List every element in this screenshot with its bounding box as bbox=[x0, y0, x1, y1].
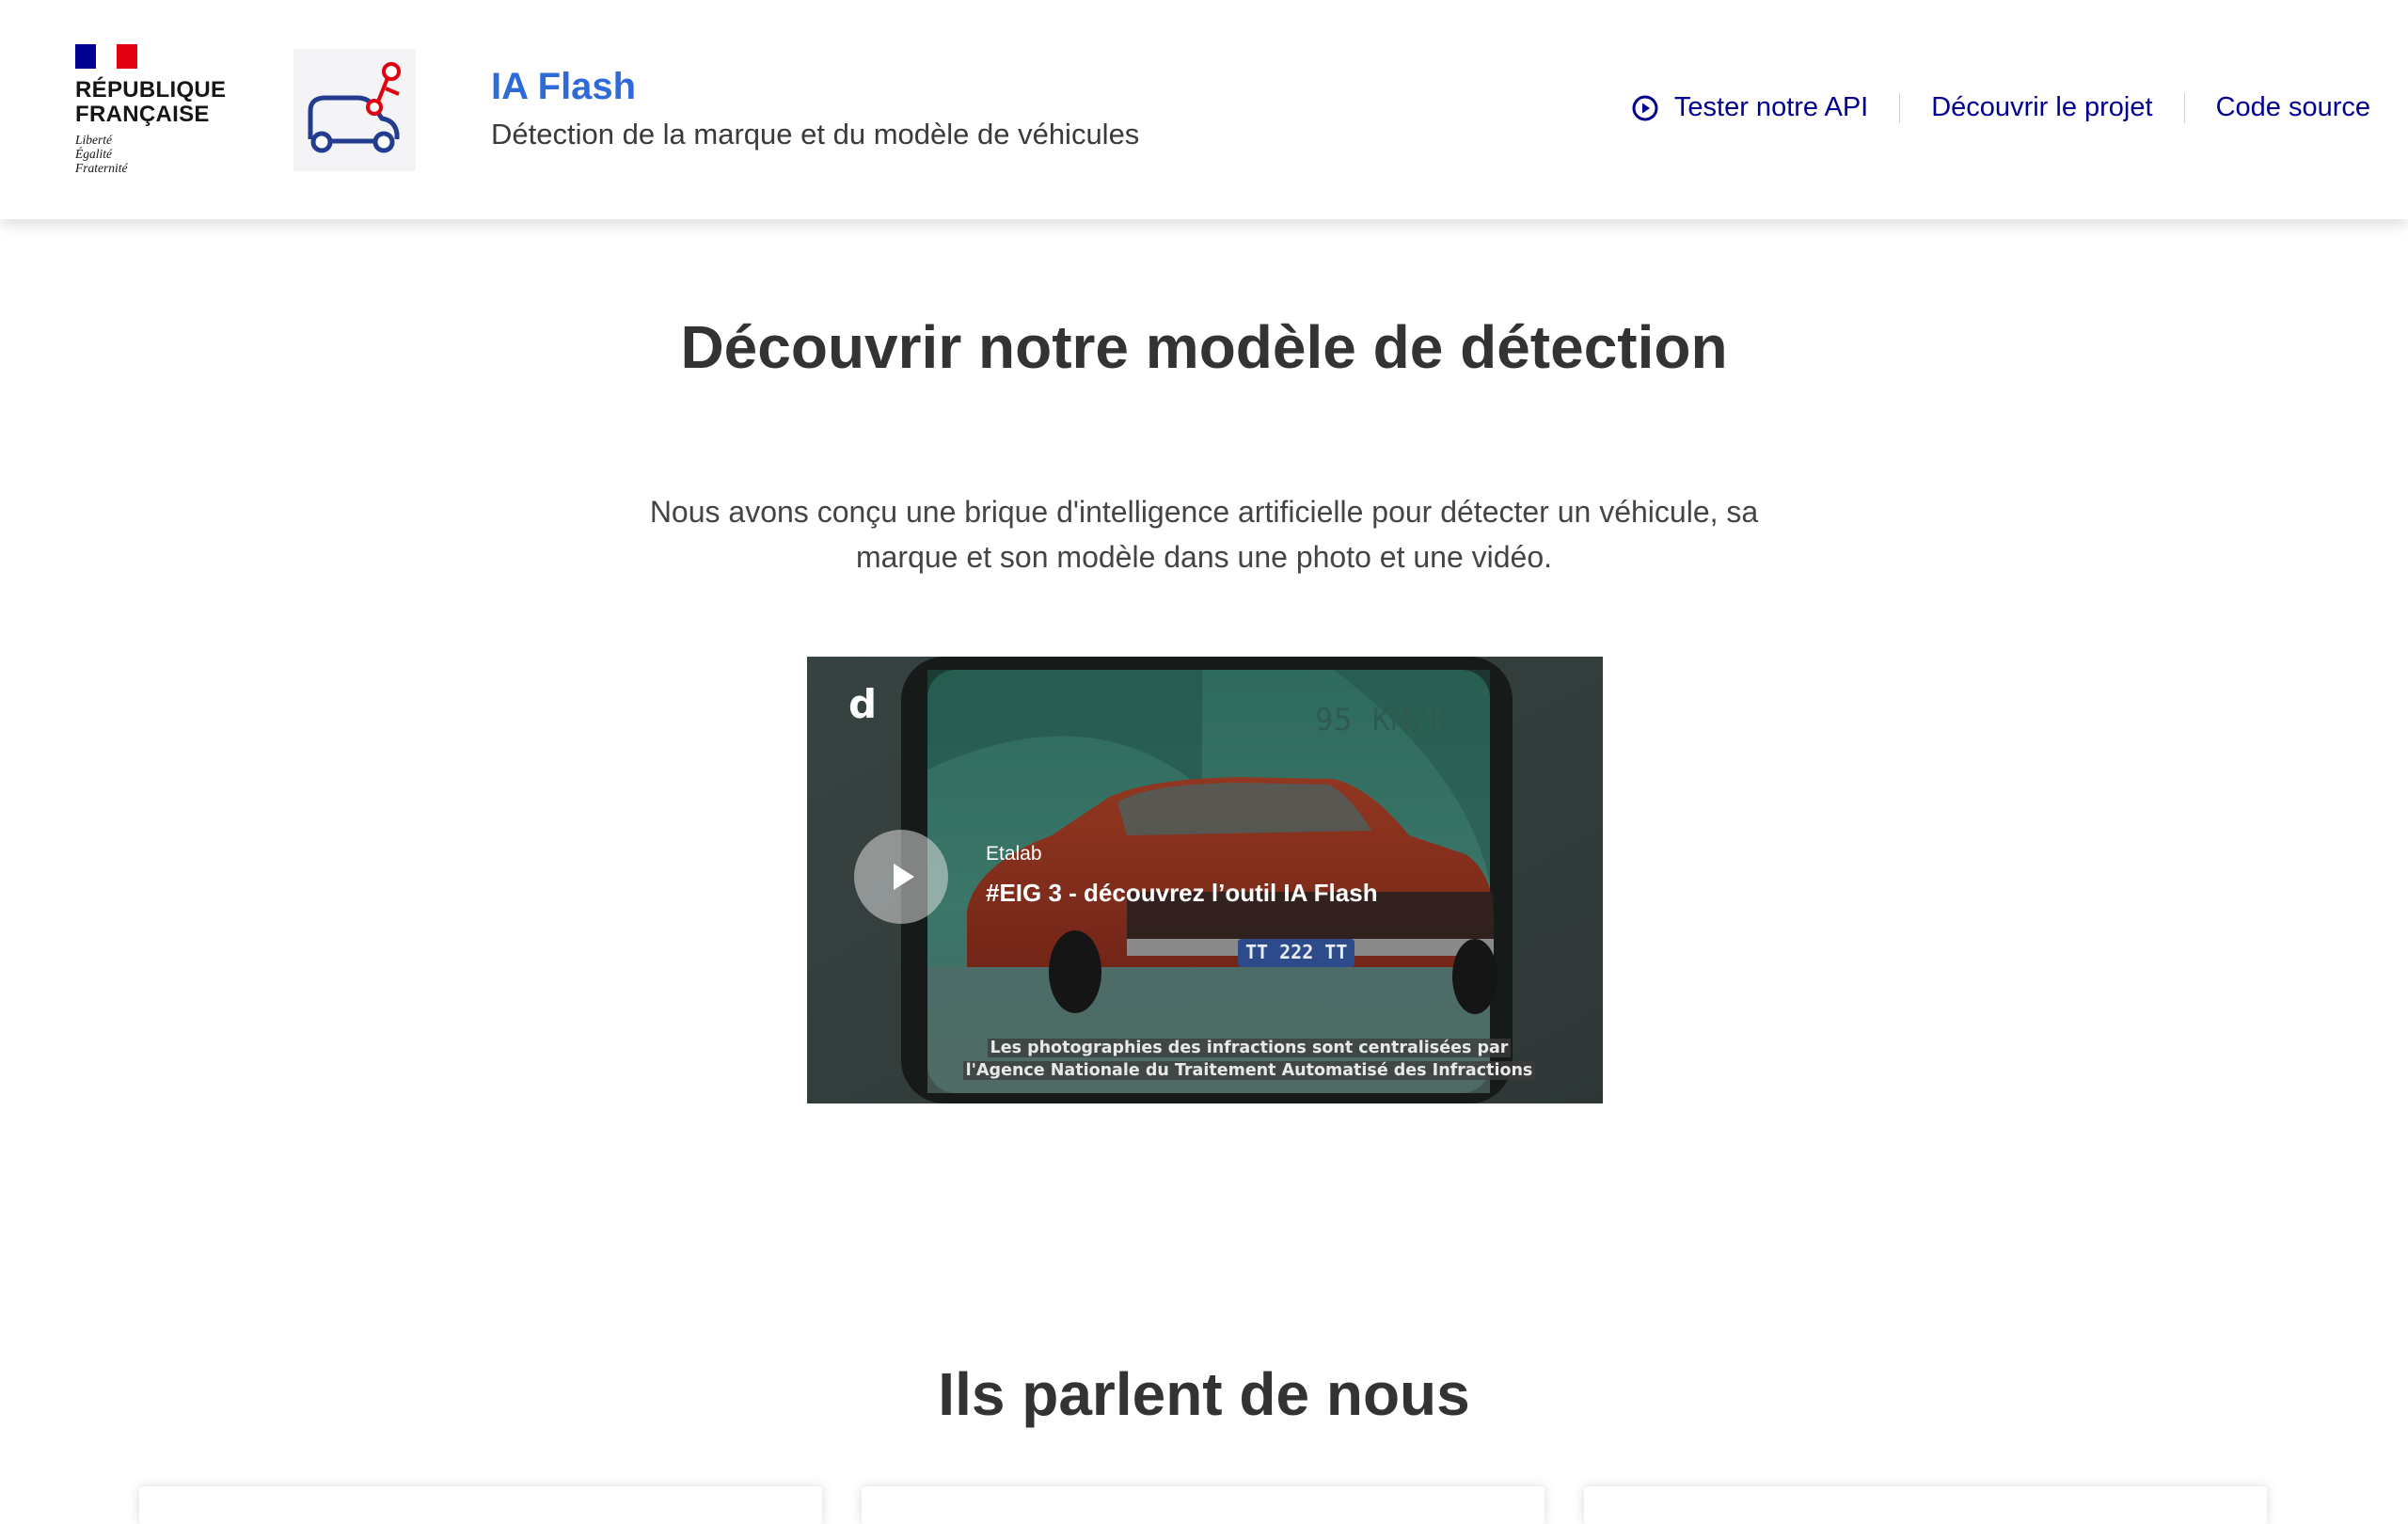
caption-line: Les photographies des infractions sont c… bbox=[987, 1039, 1512, 1057]
nav-link-decouvrir-projet[interactable]: Découvrir le projet bbox=[1900, 92, 2183, 123]
video-caption-overlay: Les photographies des infractions sont c… bbox=[939, 1037, 1560, 1082]
press-card[interactable] bbox=[1584, 1486, 2267, 1524]
caption-line: l'Agence Nationale du Traitement Automat… bbox=[962, 1061, 1536, 1080]
speed-overlay-text: 95 KM/H bbox=[1315, 702, 1449, 738]
video-channel-name[interactable]: Etalab bbox=[986, 843, 1042, 865]
nav-label: Tester notre API bbox=[1673, 92, 1869, 122]
nav-link-tester-api[interactable]: Tester notre API bbox=[1600, 92, 1899, 123]
hero-description: Nous avons conçu une brique d'intelligen… bbox=[649, 495, 1759, 574]
video-title[interactable]: #EIG 3 - découvrez l’outil IA Flash bbox=[986, 879, 1378, 908]
press-card[interactable] bbox=[862, 1486, 1545, 1524]
play-circle-icon bbox=[1632, 95, 1658, 120]
nav-label: Code source bbox=[2215, 92, 2370, 122]
devise: Liberté Égalité Fraternité bbox=[75, 133, 128, 175]
ia-flash-car-logo-icon[interactable] bbox=[293, 49, 416, 171]
header-nav: Tester notre API Découvrir le projet Cod… bbox=[1600, 92, 2370, 123]
video-player[interactable]: 95 KM/H TT 222 TT d Etalab #EIG 3 - déco… bbox=[807, 657, 1603, 1103]
press-card[interactable] bbox=[139, 1486, 822, 1524]
nav-link-code-source[interactable]: Code source bbox=[2185, 92, 2370, 123]
license-plate-text: TT 222 TT bbox=[1245, 941, 1348, 963]
hero-title: Découvrir notre modèle de détection bbox=[680, 313, 1728, 381]
play-button[interactable] bbox=[854, 830, 948, 924]
marianne-flag-icon bbox=[75, 44, 137, 69]
republique-francaise-text: RÉPUBLIQUE FRANÇAISE bbox=[75, 77, 227, 127]
site-title[interactable]: IA Flash bbox=[491, 66, 636, 108]
nav-label: Découvrir le projet bbox=[1931, 92, 2153, 122]
play-icon bbox=[894, 864, 914, 890]
press-section-title: Ils parlent de nous bbox=[938, 1360, 1470, 1428]
republique-francaise-logo[interactable]: RÉPUBLIQUE FRANÇAISE Liberté Égalité Fra… bbox=[75, 44, 227, 175]
site-tagline: Détection de la marque et du modèle de v… bbox=[491, 118, 1140, 151]
dailymotion-logo[interactable]: d bbox=[848, 681, 877, 727]
site-header: RÉPUBLIQUE FRANÇAISE Liberté Égalité Fra… bbox=[0, 0, 2408, 219]
